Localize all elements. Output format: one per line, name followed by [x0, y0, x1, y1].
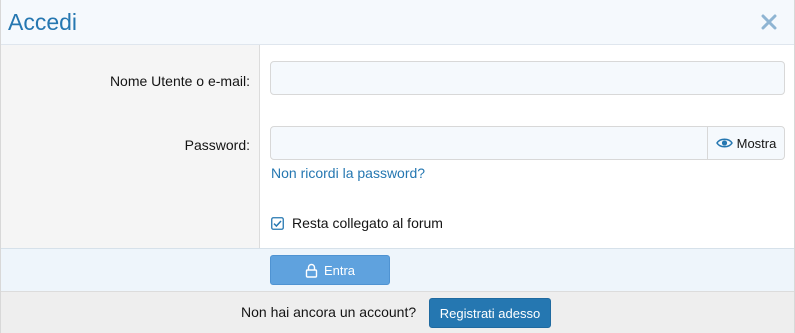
dialog-title: Accedi: [8, 9, 78, 35]
close-icon[interactable]: [759, 10, 779, 34]
labels-column: Nome Utente o e-mail: Password:: [1, 45, 260, 248]
show-password-button[interactable]: Mostra: [707, 127, 784, 159]
remember-me-checkbox[interactable]: Resta collegato al forum: [271, 215, 443, 231]
username-input[interactable]: [271, 62, 784, 94]
dialog-header: Accedi: [1, 0, 794, 45]
form-actions: Entra: [1, 248, 794, 291]
password-label: Password:: [184, 137, 250, 153]
register-prompt: Non hai ancora un account?: [241, 304, 417, 320]
password-input[interactable]: [271, 127, 707, 159]
show-password-label: Mostra: [736, 135, 777, 151]
password-input-wrap: [271, 127, 707, 159]
eye-icon: [715, 138, 733, 148]
checkbox-checked-icon[interactable]: [271, 216, 284, 230]
dialog-footer: Non hai ancora un account? Registrati ad…: [1, 291, 794, 333]
password-field: Mostra: [270, 126, 785, 160]
login-button-label: Entra: [323, 262, 356, 278]
register-button[interactable]: Registrati adesso: [429, 298, 551, 328]
login-button[interactable]: Entra: [270, 255, 390, 285]
dialog-body: Nome Utente o e-mail: Password: Mostra N…: [1, 45, 794, 248]
forgot-password-link[interactable]: Non ricordi la password?: [271, 165, 425, 181]
username-label: Nome Utente o e-mail:: [109, 73, 250, 89]
login-dialog: Accedi Nome Utente o e-mail: Password: M…: [0, 0, 795, 333]
remember-me-label: Resta collegato al forum: [292, 215, 443, 231]
lock-icon: [305, 263, 318, 278]
username-field[interactable]: [270, 61, 785, 95]
